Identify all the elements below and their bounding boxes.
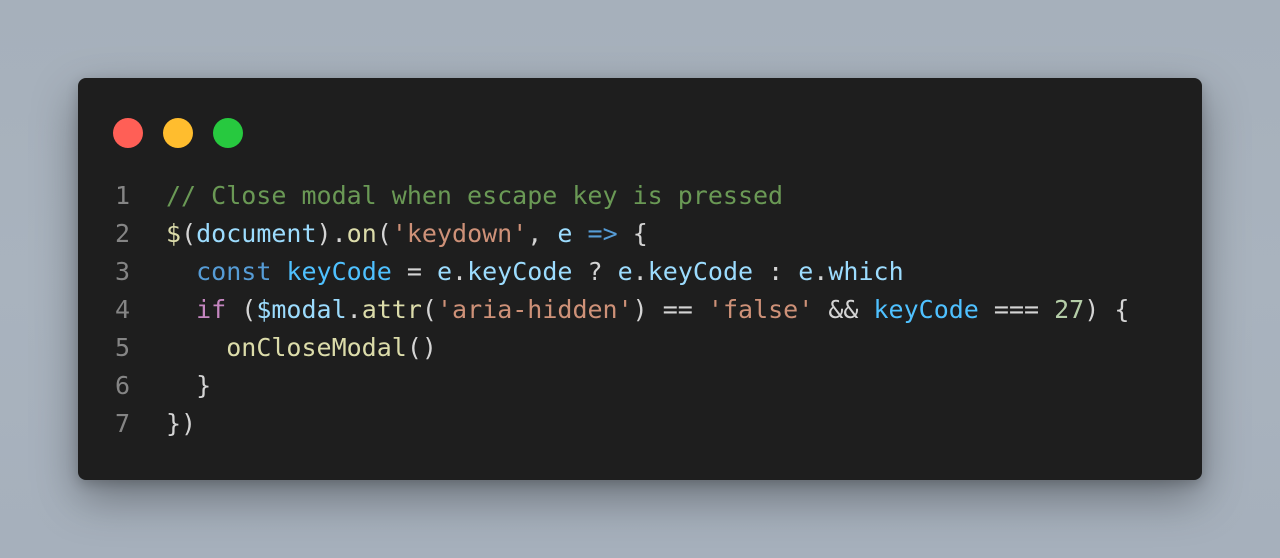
code-token: 'keydown' xyxy=(391,219,528,248)
code-token: () xyxy=(406,333,437,362)
code-token: attr xyxy=(361,295,422,324)
code-token: , xyxy=(527,219,558,248)
code-token: if xyxy=(196,295,227,324)
code-token: onCloseModal xyxy=(226,333,407,362)
code-token: === xyxy=(978,295,1055,324)
code-line: 1 // Close modal when escape key is press… xyxy=(78,177,1202,215)
code-token: e xyxy=(798,257,814,286)
line-text: }) xyxy=(166,405,196,443)
code-token: // Close modal when escape key is presse… xyxy=(166,181,784,210)
code-token: ). xyxy=(316,219,347,248)
code-token: } xyxy=(166,371,212,400)
code-token: 'aria-hidden' xyxy=(436,295,633,324)
line-text: onCloseModal() xyxy=(166,329,437,367)
code-token: ( xyxy=(226,295,257,324)
minimize-dot-icon[interactable] xyxy=(163,118,193,148)
close-dot-icon[interactable] xyxy=(113,118,143,148)
code-token: }) xyxy=(166,409,197,438)
line-number: 5 xyxy=(114,333,130,362)
code-token: keyCode xyxy=(873,295,979,324)
code-token: 'false' xyxy=(707,295,814,324)
line-number: 7 xyxy=(114,409,130,438)
code-token: ? xyxy=(572,257,618,286)
code-token: . xyxy=(632,257,648,286)
line-number: 3 xyxy=(114,257,130,286)
code-token: 27 xyxy=(1054,295,1085,324)
code-token: document xyxy=(196,219,317,248)
code-token: ( xyxy=(181,219,197,248)
line-number: 2 xyxy=(114,219,130,248)
line-text: } xyxy=(166,367,211,405)
code-token: e xyxy=(436,257,453,286)
code-token: keyCode xyxy=(647,257,754,286)
line-text: $(document).on('keydown', e => { xyxy=(166,215,648,253)
code-token: on xyxy=(346,219,377,248)
code-window: 1 // Close modal when escape key is press… xyxy=(78,78,1202,480)
code-token: ( xyxy=(376,219,392,248)
code-line: 5 onCloseModal() xyxy=(78,329,1202,367)
code-token: which xyxy=(828,257,904,286)
code-line: 7}) xyxy=(78,405,1202,443)
code-token: ) { xyxy=(1084,295,1130,324)
code-line: 2 $(document).on('keydown', e => { xyxy=(78,215,1202,253)
line-number: 4 xyxy=(114,295,130,324)
code-token: . xyxy=(346,295,362,324)
code-token: ) == xyxy=(632,295,708,324)
code-token: = xyxy=(391,257,437,286)
line-text: const keyCode = e.keyCode ? e.keyCode : … xyxy=(166,253,904,291)
code-token: e xyxy=(617,257,633,286)
code-token: keyCode xyxy=(467,257,573,286)
code-token: : xyxy=(753,257,799,286)
code-line: 4 if ($modal.attr('aria-hidden') == 'fal… xyxy=(78,291,1202,329)
code-token: => xyxy=(587,219,618,248)
code-token: . xyxy=(452,257,468,286)
line-number: 6 xyxy=(114,371,130,400)
code-token: ( xyxy=(421,295,437,324)
code-line: 6 } xyxy=(78,367,1202,405)
code-token: const xyxy=(196,257,272,286)
code-line: 3 const keyCode = e.keyCode ? e.keyCode … xyxy=(78,253,1202,291)
line-text: if ($modal.attr('aria-hidden') == 'false… xyxy=(166,291,1129,329)
code-token: $modal xyxy=(256,295,347,324)
maximize-dot-icon[interactable] xyxy=(213,118,243,148)
code-token: e xyxy=(557,219,573,248)
code-token: { xyxy=(617,219,648,248)
code-block: 1 // Close modal when escape key is press… xyxy=(78,177,1202,443)
code-token: . xyxy=(813,257,829,286)
line-number: 1 xyxy=(114,181,130,210)
code-token: keyCode xyxy=(286,257,392,286)
code-token: && xyxy=(813,295,874,324)
code-token: $ xyxy=(166,219,182,248)
line-text: // Close modal when escape key is presse… xyxy=(166,177,783,215)
